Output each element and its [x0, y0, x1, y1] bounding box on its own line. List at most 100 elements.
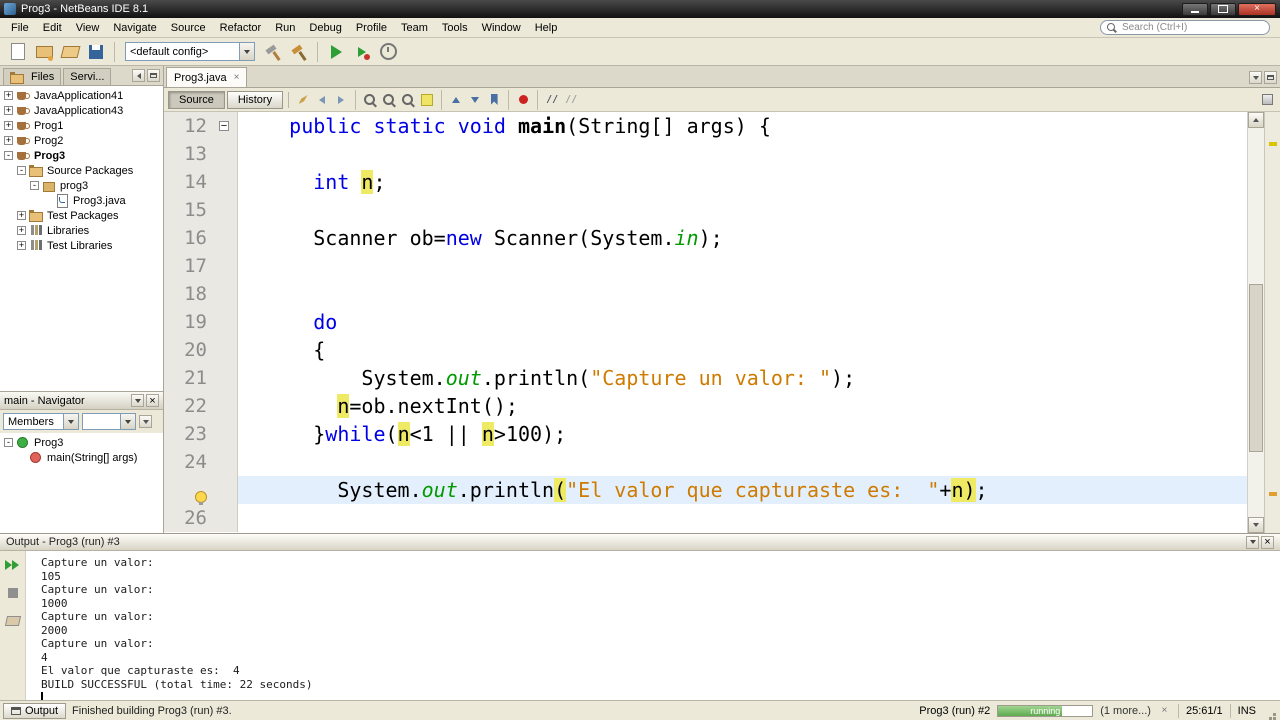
expand-handle-icon[interactable]: +	[4, 136, 13, 145]
last-edited-icon[interactable]	[294, 91, 312, 109]
save-all-icon[interactable]	[84, 40, 108, 64]
sort-icon[interactable]	[139, 415, 152, 428]
new-project-icon[interactable]	[32, 40, 56, 64]
menu-edit[interactable]: Edit	[36, 20, 69, 36]
expand-handle-icon[interactable]: +	[4, 91, 13, 100]
code-line[interactable]: 23 }while(n<1 || n>100);	[164, 420, 1247, 448]
history-view-button[interactable]: History	[226, 90, 284, 109]
tab-files[interactable]: Files	[3, 68, 62, 85]
project-tree-item[interactable]: + JavaApplication41	[0, 88, 163, 103]
menu-window[interactable]: Window	[475, 20, 528, 36]
editor-options-icon[interactable]	[1258, 91, 1276, 109]
menu-navigate[interactable]: Navigate	[106, 20, 163, 36]
minimize-window-icon[interactable]	[1246, 535, 1259, 549]
code-editor[interactable]: 12− public static void main(String[] arg…	[164, 112, 1280, 533]
members-view-select[interactable]: Members	[3, 413, 79, 430]
progress-bar[interactable]: running	[997, 704, 1094, 717]
tab-list-icon[interactable]	[1249, 71, 1262, 84]
menu-tools[interactable]: Tools	[435, 20, 475, 36]
code-line[interactable]: 17	[164, 252, 1247, 280]
hint-mark-icon[interactable]	[1269, 492, 1277, 496]
record-macro-icon[interactable]	[514, 91, 532, 109]
menu-debug[interactable]: Debug	[302, 20, 348, 36]
cancel-process-icon[interactable]: ×	[1158, 704, 1171, 717]
menu-file[interactable]: File	[4, 20, 36, 36]
toggle-bookmark-icon[interactable]	[485, 91, 503, 109]
expand-handle-icon[interactable]: +	[17, 211, 26, 220]
resize-grip[interactable]	[1265, 705, 1277, 717]
menu-team[interactable]: Team	[394, 20, 435, 36]
minimize-window-icon[interactable]	[131, 394, 144, 407]
code-line[interactable]: System.out.println("El valor que captura…	[164, 476, 1247, 505]
navigator-tree-item[interactable]: main(String[] args)	[0, 450, 163, 465]
code-line[interactable]: 18	[164, 280, 1247, 308]
expand-handle-icon[interactable]: +	[17, 226, 26, 235]
project-tree-item[interactable]: - prog3	[0, 178, 163, 193]
close-icon[interactable]: ×	[146, 394, 159, 407]
hint-bulb-icon[interactable]	[195, 491, 207, 505]
rerun-icon[interactable]	[4, 556, 22, 574]
menu-run[interactable]: Run	[268, 20, 302, 36]
code-line[interactable]: 20 {	[164, 336, 1247, 364]
forward-icon[interactable]	[332, 91, 350, 109]
comment-icon[interactable]	[543, 91, 561, 109]
editor-vertical-scrollbar[interactable]	[1247, 112, 1264, 533]
profile-project-icon[interactable]	[376, 40, 400, 64]
uncomment-icon[interactable]	[562, 91, 580, 109]
close-tab-icon[interactable]: ×	[234, 72, 240, 83]
project-tree-item[interactable]: - Prog3	[0, 148, 163, 163]
project-tree-item[interactable]: - Source Packages	[0, 163, 163, 178]
project-tree-item[interactable]: Prog3.java	[0, 193, 163, 208]
menu-refactor[interactable]: Refactor	[213, 20, 269, 36]
code-line[interactable]: 26	[164, 504, 1247, 532]
project-tree-item[interactable]: + Libraries	[0, 223, 163, 238]
code-line[interactable]: 15	[164, 196, 1247, 224]
open-project-icon[interactable]	[58, 40, 82, 64]
menu-help[interactable]: Help	[528, 20, 565, 36]
back-icon[interactable]	[313, 91, 331, 109]
fold-collapse-icon[interactable]: −	[219, 121, 229, 132]
toggle-highlight-icon[interactable]	[418, 91, 436, 109]
find-next-icon[interactable]	[380, 91, 398, 109]
menu-profile[interactable]: Profile	[349, 20, 394, 36]
maximize-editor-icon[interactable]	[1264, 71, 1277, 84]
expand-handle-icon[interactable]: +	[4, 121, 13, 130]
project-tree-item[interactable]: + Prog2	[0, 133, 163, 148]
window-menu-icon[interactable]	[147, 69, 160, 82]
code-line[interactable]: 13	[164, 140, 1247, 168]
menu-view[interactable]: View	[69, 20, 107, 36]
run-project-icon[interactable]	[324, 40, 348, 64]
more-processes-link[interactable]: (1 more...)	[1100, 705, 1151, 717]
expand-handle-icon[interactable]: +	[4, 106, 13, 115]
collapse-handle-icon[interactable]: -	[30, 181, 39, 190]
code-line[interactable]: 19 do	[164, 308, 1247, 336]
output-window-button[interactable]: Output	[3, 702, 67, 719]
scroll-up-icon[interactable]	[1248, 112, 1264, 128]
find-previous-icon[interactable]	[399, 91, 417, 109]
project-tree-item[interactable]: + JavaApplication43	[0, 103, 163, 118]
tab-services[interactable]: Servi...	[63, 68, 112, 85]
scrollbar-thumb[interactable]	[1249, 284, 1263, 452]
code-line[interactable]: 21 System.out.println("Capture un valor:…	[164, 364, 1247, 392]
code-line[interactable]: 14 int n;	[164, 168, 1247, 196]
next-bookmark-icon[interactable]	[466, 91, 484, 109]
close-icon[interactable]: ×	[1261, 535, 1274, 549]
warning-mark-icon[interactable]	[1269, 142, 1277, 146]
expand-handle-icon[interactable]: +	[17, 241, 26, 250]
quick-search-input[interactable]: Search (Ctrl+I)	[1100, 20, 1270, 35]
minimize-button[interactable]	[1182, 2, 1208, 16]
navigator-tree-item[interactable]: - Prog3	[0, 435, 163, 450]
clean-build-icon[interactable]	[287, 40, 311, 64]
code-line[interactable]: 22 n=ob.nextInt();	[164, 392, 1247, 420]
close-button[interactable]: ×	[1238, 2, 1276, 16]
collapse-handle-icon[interactable]: -	[4, 151, 13, 160]
project-tree-item[interactable]: + Prog1	[0, 118, 163, 133]
source-view-button[interactable]: Source	[168, 90, 225, 109]
code-line[interactable]: 12− public static void main(String[] arg…	[164, 112, 1247, 140]
code-line[interactable]: 24	[164, 448, 1247, 476]
project-tree-item[interactable]: + Test Libraries	[0, 238, 163, 253]
scroll-tabs-left-icon[interactable]	[132, 69, 145, 82]
default-config-select[interactable]: <default config>	[125, 42, 255, 61]
menu-source[interactable]: Source	[164, 20, 213, 36]
new-file-icon[interactable]	[6, 40, 30, 64]
